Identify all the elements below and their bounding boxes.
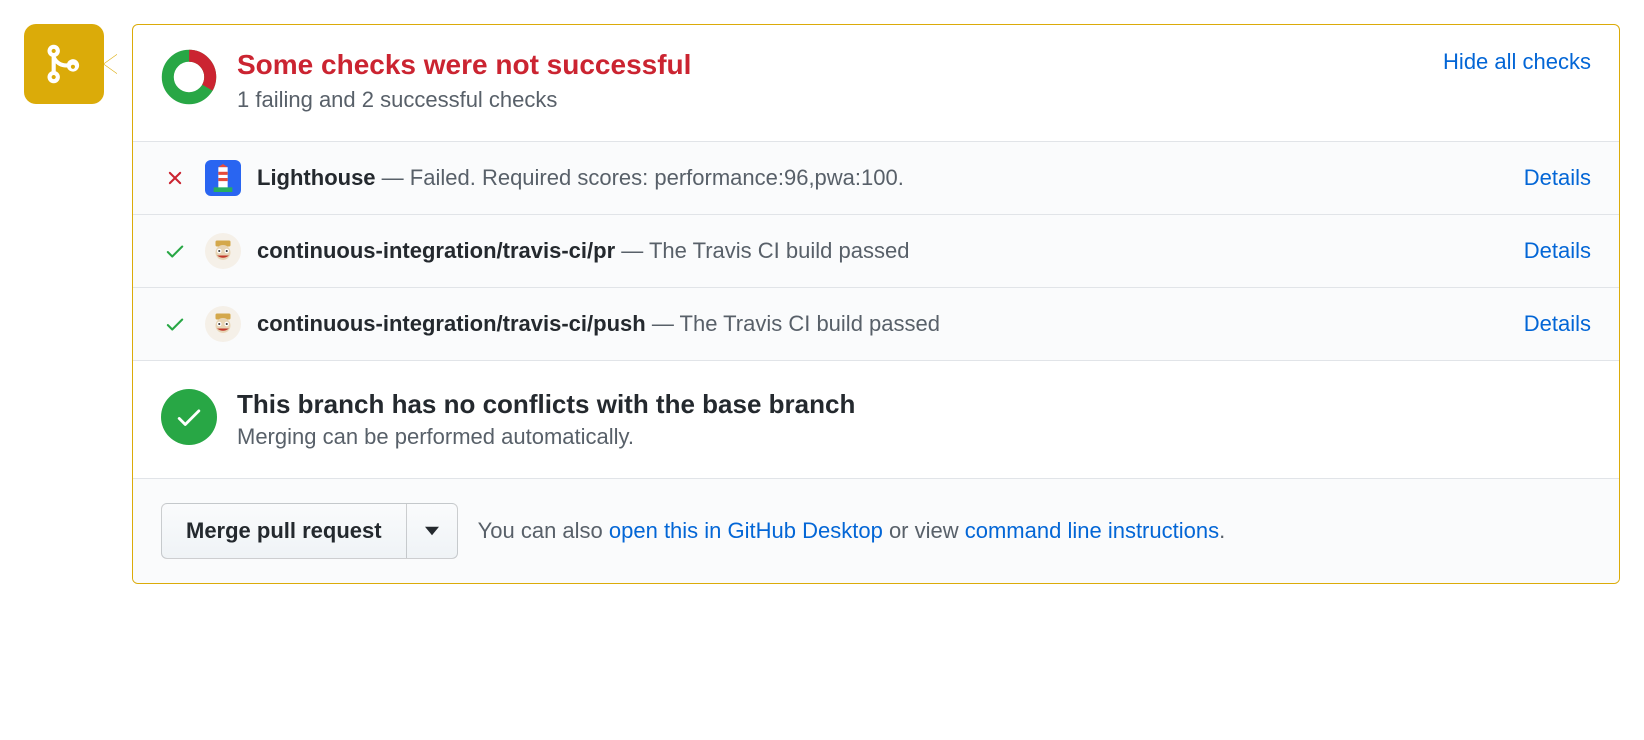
merge-dropdown-button[interactable] (407, 503, 458, 559)
merge-pull-request-button[interactable]: Merge pull request (161, 503, 407, 559)
open-github-desktop-link[interactable]: open this in GitHub Desktop (609, 518, 883, 543)
caret-down-icon (425, 526, 439, 536)
check-icon (161, 313, 189, 335)
checks-title: Some checks were not successful (237, 49, 1423, 81)
check-text: continuous-integration/travis-ci/pr — Th… (257, 238, 1508, 264)
conflicts-subtitle: Merging can be performed automatically. (237, 424, 855, 450)
travis-avatar (205, 233, 241, 269)
command-line-instructions-link[interactable]: command line instructions (965, 518, 1219, 543)
checks-header: Some checks were not successful 1 failin… (133, 25, 1619, 141)
check-row: continuous-integration/travis-ci/push — … (133, 287, 1619, 360)
conflicts-section: This branch has no conflicts with the ba… (133, 360, 1619, 478)
status-donut-icon (161, 49, 217, 105)
check-text: Lighthouse — Failed. Required scores: pe… (257, 165, 1508, 191)
check-name: continuous-integration/travis-ci/push (257, 311, 646, 336)
merge-panel: Some checks were not successful 1 failin… (132, 24, 1620, 584)
check-message: The Travis CI build passed (680, 311, 940, 336)
check-message: Failed. Required scores: performance:96,… (410, 165, 904, 190)
check-text: continuous-integration/travis-ci/push — … (257, 311, 1508, 337)
check-row: Lighthouse — Failed. Required scores: pe… (133, 141, 1619, 214)
conflicts-title: This branch has no conflicts with the ba… (237, 389, 855, 420)
success-circle-icon (161, 389, 217, 445)
timeline-merge-badge (24, 24, 104, 104)
checks-subtitle: 1 failing and 2 successful checks (237, 87, 1423, 113)
x-icon (161, 167, 189, 189)
check-name: continuous-integration/travis-ci/pr (257, 238, 615, 263)
check-name: Lighthouse (257, 165, 376, 190)
check-row: continuous-integration/travis-ci/pr — Th… (133, 214, 1619, 287)
check-details-link[interactable]: Details (1524, 238, 1591, 264)
git-merge-icon (42, 42, 86, 86)
hide-all-checks-link[interactable]: Hide all checks (1443, 49, 1591, 75)
check-icon (161, 240, 189, 262)
check-message: The Travis CI build passed (649, 238, 909, 263)
check-details-link[interactable]: Details (1524, 311, 1591, 337)
merge-footer-text: You can also open this in GitHub Desktop… (478, 518, 1226, 544)
check-details-link[interactable]: Details (1524, 165, 1591, 191)
merge-footer: Merge pull request You can also open thi… (133, 478, 1619, 583)
travis-avatar (205, 306, 241, 342)
lighthouse-avatar (205, 160, 241, 196)
